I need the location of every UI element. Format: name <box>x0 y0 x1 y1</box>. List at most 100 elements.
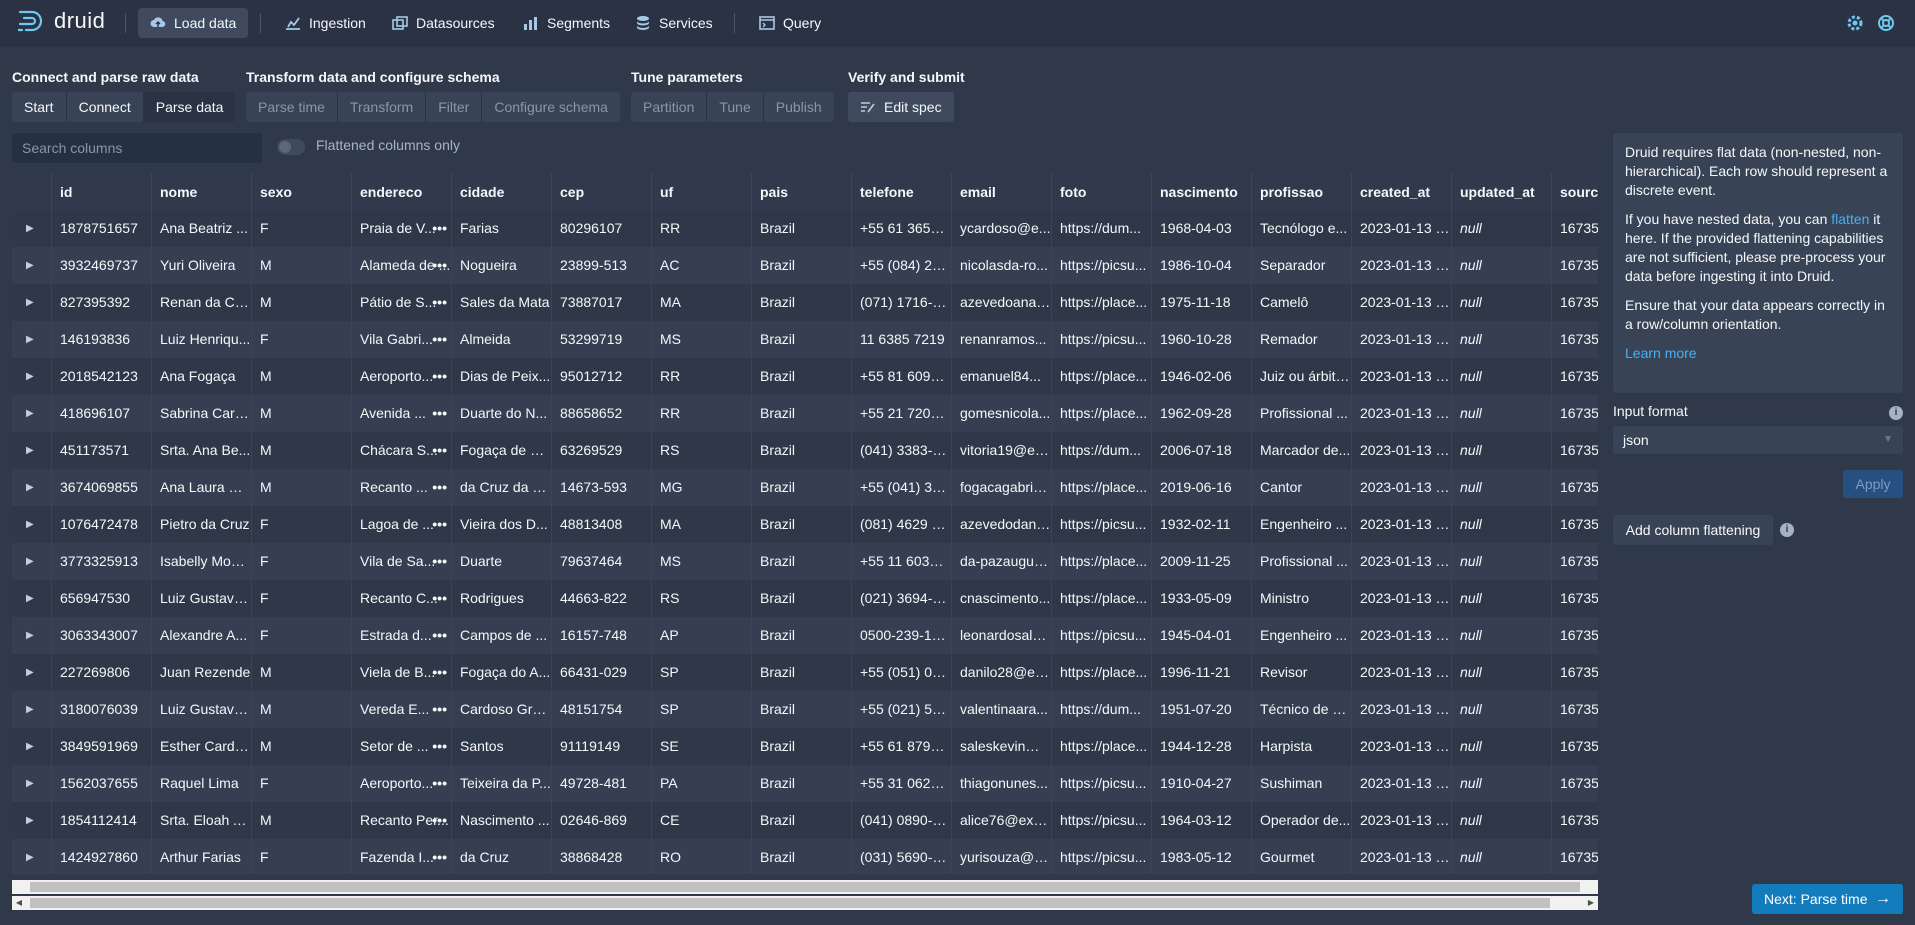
table-row[interactable]: ▶ 1878751657 Ana Beatriz ... F Praia de V...… <box>12 210 1598 247</box>
table-row[interactable]: ▶ 1076472478 Pietro da Cruz F Lagoa de ... ••… <box>12 506 1598 543</box>
input-format-select[interactable]: json ▼ <box>1613 426 1903 454</box>
caret-right-icon[interactable]: ▶ <box>12 691 52 728</box>
help-icon[interactable] <box>1877 14 1895 32</box>
caret-right-icon[interactable]: ▶ <box>12 210 52 247</box>
step-start[interactable]: Start <box>12 92 67 122</box>
column-header-email[interactable]: email <box>952 174 1052 210</box>
more-icon[interactable]: ••• <box>432 321 447 358</box>
caret-right-icon[interactable]: ▶ <box>12 580 52 617</box>
caret-right-icon[interactable]: ▶ <box>12 432 52 469</box>
edit-spec-button[interactable]: Edit spec <box>848 92 954 122</box>
caret-right-icon[interactable]: ▶ <box>12 321 52 358</box>
step-configure-schema[interactable]: Configure schema <box>482 92 620 122</box>
caret-right-icon[interactable]: ▶ <box>12 654 52 691</box>
nav-ingestion[interactable]: Ingestion <box>273 8 378 38</box>
more-icon[interactable]: ••• <box>432 247 447 284</box>
caret-right-icon[interactable]: ▶ <box>12 839 52 874</box>
caret-right-icon[interactable]: ▶ <box>12 247 52 284</box>
more-icon[interactable]: ••• <box>432 802 447 839</box>
step-transform[interactable]: Transform <box>337 92 427 122</box>
table-row[interactable]: ▶ 827395392 Renan da Co... M Pátio de S... ••… <box>12 284 1598 321</box>
step-partition[interactable]: Partition <box>631 92 708 122</box>
more-icon[interactable]: ••• <box>432 543 447 580</box>
table-row[interactable]: ▶ 3932469737 Yuri Oliveira M Alameda de ... •… <box>12 247 1598 284</box>
druid-logo[interactable]: druid <box>18 8 105 34</box>
more-icon[interactable]: ••• <box>432 210 447 247</box>
learn-more-link[interactable]: Learn more <box>1625 345 1697 361</box>
table-row[interactable]: ▶ 3063343007 Alexandre A... F Estrada d... ••… <box>12 617 1598 654</box>
next-parse-time-button[interactable]: Next: Parse time → <box>1752 884 1903 914</box>
table-row[interactable]: ▶ 3849591969 Esther Cardo... M Setor de ... •… <box>12 728 1598 765</box>
caret-right-icon[interactable]: ▶ <box>12 617 52 654</box>
table-row[interactable]: ▶ 1562037655 Raquel Lima F Aeroporto... ••• Te… <box>12 765 1598 802</box>
page-horizontal-scrollbar[interactable]: ◀ ▶ <box>12 896 1598 910</box>
nav-datasources[interactable]: Datasources <box>380 8 507 38</box>
more-icon[interactable]: ••• <box>432 765 447 802</box>
table-row[interactable]: ▶ 3773325913 Isabelly Moura F Vila de Sa... •… <box>12 543 1598 580</box>
column-header-foto[interactable]: foto <box>1052 174 1152 210</box>
more-icon[interactable]: ••• <box>432 506 447 543</box>
table-row[interactable]: ▶ 146193836 Luiz Henriqu... F Vila Gabri... •… <box>12 321 1598 358</box>
caret-right-icon[interactable]: ▶ <box>12 543 52 580</box>
column-header-uf[interactable]: uf <box>652 174 752 210</box>
column-header-nascimento[interactable]: nascimento <box>1152 174 1252 210</box>
table-row[interactable]: ▶ 3180076039 Luiz Gustavo... M Vereda E... ••… <box>12 691 1598 728</box>
more-icon[interactable]: ••• <box>432 654 447 691</box>
nav-query[interactable]: Query <box>747 8 833 38</box>
nav-segments[interactable]: Segments <box>511 8 622 38</box>
column-header-sourceTime[interactable]: sourceTime <box>1552 174 1598 210</box>
step-connect[interactable]: Connect <box>66 92 144 122</box>
caret-right-icon[interactable]: ▶ <box>12 802 52 839</box>
table-row[interactable]: ▶ 1854112414 Srta. Eloah A... M Recanto Per.… <box>12 802 1598 839</box>
scroll-right-arrow[interactable]: ▶ <box>1584 896 1598 910</box>
step-filter[interactable]: Filter <box>426 92 483 122</box>
table-row[interactable]: ▶ 656947530 Luiz Gustavo... F Recanto C... ••… <box>12 580 1598 617</box>
column-header-telefone[interactable]: telefone <box>852 174 952 210</box>
column-header-cidade[interactable]: cidade <box>452 174 552 210</box>
table-row[interactable]: ▶ 418696107 Sabrina Card... M Avenida ... •••… <box>12 395 1598 432</box>
add-column-flattening-button[interactable]: Add column flattening <box>1613 515 1773 545</box>
search-columns-input[interactable]: Search columns <box>12 133 262 163</box>
more-icon[interactable]: ••• <box>432 617 447 654</box>
caret-right-icon[interactable]: ▶ <box>12 284 52 321</box>
table-row[interactable]: ▶ 1424927860 Arthur Farias F Fazenda I... •••… <box>12 839 1598 874</box>
caret-right-icon[interactable]: ▶ <box>12 395 52 432</box>
column-header-created_at[interactable]: created_at <box>1352 174 1452 210</box>
table-row[interactable]: ▶ 2018542123 Ana Fogaça M Aeroporto... ••• Dia… <box>12 358 1598 395</box>
caret-right-icon[interactable]: ▶ <box>12 469 52 506</box>
nav-load-data[interactable]: Load data <box>138 8 249 38</box>
caret-right-icon[interactable]: ▶ <box>12 506 52 543</box>
scrollbar-thumb[interactable] <box>30 882 1580 892</box>
caret-right-icon[interactable]: ▶ <box>12 728 52 765</box>
column-header-sexo[interactable]: sexo <box>252 174 352 210</box>
more-icon[interactable]: ••• <box>432 580 447 617</box>
table-row[interactable]: ▶ 227269806 Juan Rezende M Viela de B... ••• F… <box>12 654 1598 691</box>
step-parse-data[interactable]: Parse data <box>143 92 236 122</box>
caret-right-icon[interactable]: ▶ <box>12 765 52 802</box>
step-publish[interactable]: Publish <box>763 92 834 122</box>
more-icon[interactable]: ••• <box>432 728 447 765</box>
caret-right-icon[interactable]: ▶ <box>12 358 52 395</box>
step-parse-time[interactable]: Parse time <box>246 92 338 122</box>
table-row[interactable]: ▶ 451173571 Srta. Ana Be... M Chácara S... ••… <box>12 432 1598 469</box>
table-row[interactable]: ▶ 3674069855 Ana Laura Fr... M Recanto ... ••… <box>12 469 1598 506</box>
step-tune[interactable]: Tune <box>707 92 764 122</box>
more-icon[interactable]: ••• <box>432 691 447 728</box>
nav-services[interactable]: Services <box>623 8 725 38</box>
column-header-nome[interactable]: nome <box>152 174 252 210</box>
column-header-id[interactable]: id <box>52 174 152 210</box>
more-icon[interactable]: ••• <box>432 469 447 506</box>
column-header-updated_at[interactable]: updated_at <box>1452 174 1552 210</box>
more-icon[interactable]: ••• <box>432 284 447 321</box>
info-icon[interactable]: i <box>1889 406 1903 420</box>
flatten-link[interactable]: flatten <box>1831 211 1869 227</box>
scrollbar-thumb[interactable] <box>30 898 1550 908</box>
more-icon[interactable]: ••• <box>432 358 447 395</box>
column-header-endereco[interactable]: endereco <box>352 174 452 210</box>
flattened-columns-toggle[interactable] <box>277 139 305 155</box>
more-icon[interactable]: ••• <box>432 432 447 469</box>
info-icon[interactable]: i <box>1780 523 1794 537</box>
apply-button[interactable]: Apply <box>1843 470 1903 498</box>
more-icon[interactable]: ••• <box>432 839 447 874</box>
column-header-cep[interactable]: cep <box>552 174 652 210</box>
